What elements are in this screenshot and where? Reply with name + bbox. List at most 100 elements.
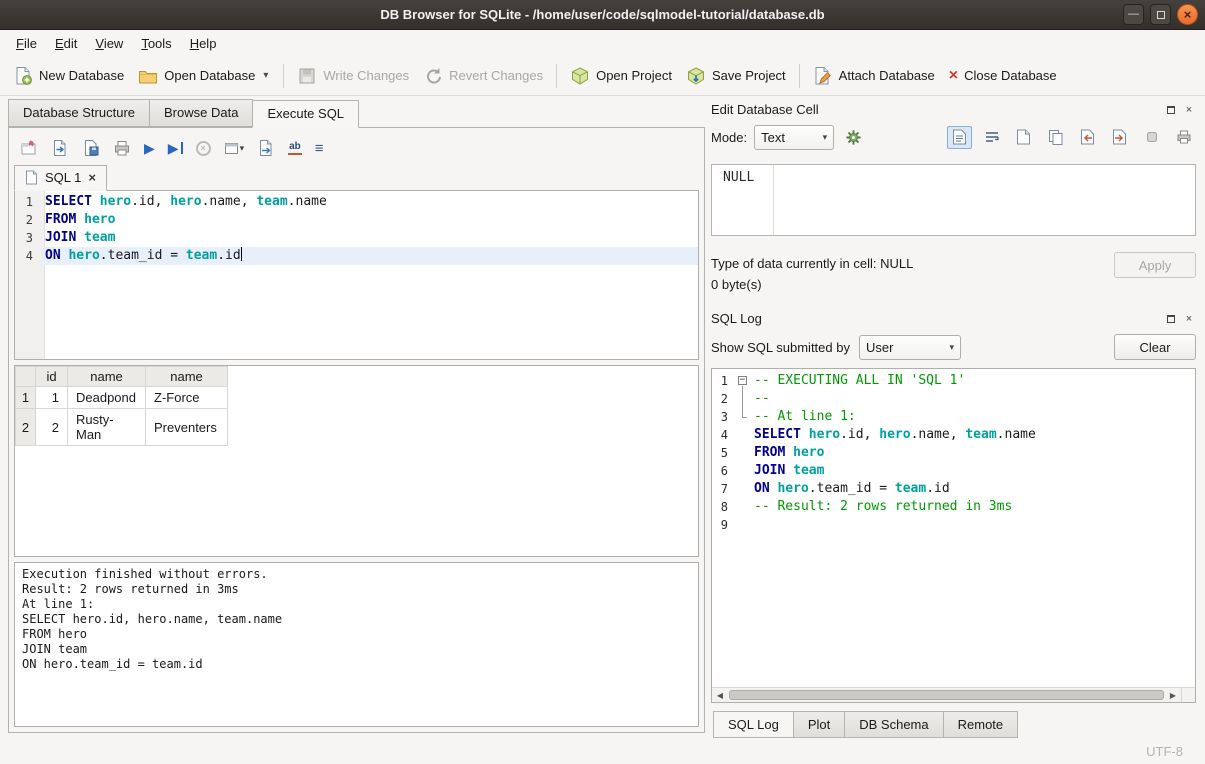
float-panel-icon[interactable] (1164, 312, 1178, 326)
word-wrap-button[interactable] (979, 126, 1004, 149)
code-line: 2FROM hero (15, 211, 698, 229)
menu-file[interactable]: File (7, 32, 46, 55)
toolbar-separator (283, 64, 284, 88)
menu-edit[interactable]: Edit (46, 32, 86, 55)
print-cell-icon (1176, 129, 1192, 145)
cell[interactable]: Preventers (146, 409, 228, 446)
save-sql-file-button[interactable] (82, 139, 100, 157)
horizontal-scrollbar[interactable]: ◀ ▶ (712, 687, 1195, 702)
open-sql-file-icon (51, 139, 69, 157)
cell[interactable]: Rusty-Man (68, 409, 146, 446)
revert-changes-button[interactable]: Revert Changes (416, 61, 550, 91)
find-replace-button[interactable]: ab (288, 141, 302, 155)
cell-value-editor[interactable]: NULL (711, 164, 1196, 236)
sql-log-code[interactable]: 1−-- EXECUTING ALL IN 'SQL 1'2--3-- At l… (712, 369, 1195, 687)
close-database-button[interactable]: × Close Database (942, 63, 1064, 89)
text-view-button[interactable] (947, 126, 972, 149)
close-tab-icon[interactable]: × (88, 170, 96, 185)
execute-line-button[interactable]: ▶ (168, 141, 183, 155)
stop-button[interactable]: × (196, 141, 211, 156)
submitted-by-value: User (866, 340, 941, 355)
save-project-button[interactable]: Save Project (679, 61, 793, 91)
open-cell-file-button[interactable] (1011, 126, 1036, 149)
cell[interactable]: Deadpond (68, 387, 146, 409)
main-tab-bar: Database Structure Browse Data Execute S… (8, 99, 705, 127)
open-database-dropdown-icon[interactable]: ▾ (261, 70, 270, 81)
menu-help[interactable]: Help (181, 32, 226, 55)
chevron-down-icon: ▾ (949, 342, 954, 353)
format-sql-button[interactable]: ≡ (315, 141, 324, 156)
tab-database-structure[interactable]: Database Structure (8, 99, 150, 127)
revert-changes-label: Revert Changes (449, 68, 543, 83)
dock-tab-plot[interactable]: Plot (793, 711, 845, 738)
cell-type-row: Type of data currently in cell: NULL App… (711, 252, 1196, 274)
cell[interactable]: 1 (36, 387, 68, 409)
dock-tab-remote[interactable]: Remote (943, 711, 1019, 738)
write-changes-button[interactable]: Write Changes (290, 61, 416, 91)
copy-cell-button[interactable] (1043, 126, 1068, 149)
column-header-name1[interactable]: name (68, 367, 146, 387)
execute-all-button[interactable]: ▶ (144, 141, 155, 155)
attach-database-button[interactable]: Attach Database (806, 61, 942, 91)
sql-file-tab[interactable]: SQL 1 × (14, 165, 107, 191)
set-null-button[interactable] (1139, 126, 1164, 149)
status-bar: UTF-8 (0, 738, 1205, 764)
print-button[interactable] (113, 139, 131, 157)
scroll-right-icon[interactable]: ▶ (1165, 688, 1181, 702)
chevron-down-icon: ▾ (823, 132, 828, 143)
maximize-button[interactable] (1150, 4, 1171, 25)
scroll-left-icon[interactable]: ◀ (712, 688, 728, 702)
cell[interactable]: Z-Force (146, 387, 228, 409)
sql-editor[interactable]: 1SELECT hero.id, hero.name, team.name2FR… (14, 190, 699, 360)
line-number: 9 (712, 516, 736, 534)
mode-select[interactable]: Text ▾ (754, 125, 834, 150)
code-line: 5FROM hero (712, 444, 1195, 462)
close-panel-icon[interactable]: × (1182, 103, 1196, 117)
gear-button[interactable] (841, 126, 866, 149)
scrollbar-thumb[interactable] (729, 690, 1164, 700)
table-row: 11DeadpondZ-Force (16, 387, 228, 409)
window-title: DB Browser for SQLite - /home/user/code/… (380, 7, 824, 22)
row-header[interactable]: 1 (16, 387, 36, 409)
row-header[interactable]: 2 (16, 409, 36, 446)
table-row: 22Rusty-ManPreventers (16, 409, 228, 446)
apply-button[interactable]: Apply (1114, 252, 1196, 278)
export-sql-button[interactable] (257, 139, 275, 157)
sql-toolbar: ▶ ▶ × ▾ (14, 133, 699, 163)
new-tab-button[interactable] (20, 139, 38, 157)
gear-icon (845, 129, 862, 146)
import-cell-button[interactable] (1075, 126, 1100, 149)
tab-execute-sql[interactable]: Execute SQL (252, 100, 359, 128)
column-header-name2[interactable]: name (146, 367, 228, 387)
float-panel-icon[interactable] (1164, 103, 1178, 117)
minimize-button[interactable]: — (1123, 4, 1144, 25)
tab-browse-data[interactable]: Browse Data (149, 99, 253, 127)
dock-tab-sql-log[interactable]: SQL Log (713, 711, 794, 738)
filter-label: Show SQL submitted by (711, 340, 850, 355)
menu-tools[interactable]: Tools (132, 32, 180, 55)
code-line: 2-- (712, 390, 1195, 408)
column-header-id[interactable]: id (36, 367, 68, 387)
open-project-button[interactable]: Open Project (563, 61, 679, 91)
close-panel-icon[interactable]: × (1182, 312, 1196, 326)
submitted-by-select[interactable]: User ▾ (859, 335, 961, 360)
new-database-button[interactable]: New Database (6, 61, 131, 91)
sql-editor-code: 1SELECT hero.id, hero.name, team.name2FR… (15, 193, 698, 265)
save-project-icon (686, 66, 706, 86)
close-button[interactable]: × (1177, 4, 1198, 25)
cell[interactable]: 2 (36, 409, 68, 446)
clear-button[interactable]: Clear (1114, 334, 1196, 360)
titlebar[interactable]: DB Browser for SQLite - /home/user/code/… (0, 0, 1205, 30)
menu-view[interactable]: View (86, 32, 132, 55)
export-cell-button[interactable] (1107, 126, 1132, 149)
fold-collapse-icon[interactable]: − (738, 376, 747, 385)
open-database-button[interactable]: Open Database ▾ (131, 61, 277, 91)
line-number: 1 (712, 372, 736, 390)
tab-list-button[interactable]: ▾ (224, 141, 245, 156)
fold-margin (736, 390, 750, 408)
results-corner[interactable] (16, 367, 36, 387)
open-sql-file-button[interactable] (51, 139, 69, 157)
dock-tab-db-schema[interactable]: DB Schema (844, 711, 943, 738)
fold-margin[interactable]: − (736, 372, 750, 390)
print-cell-button[interactable] (1171, 126, 1196, 149)
